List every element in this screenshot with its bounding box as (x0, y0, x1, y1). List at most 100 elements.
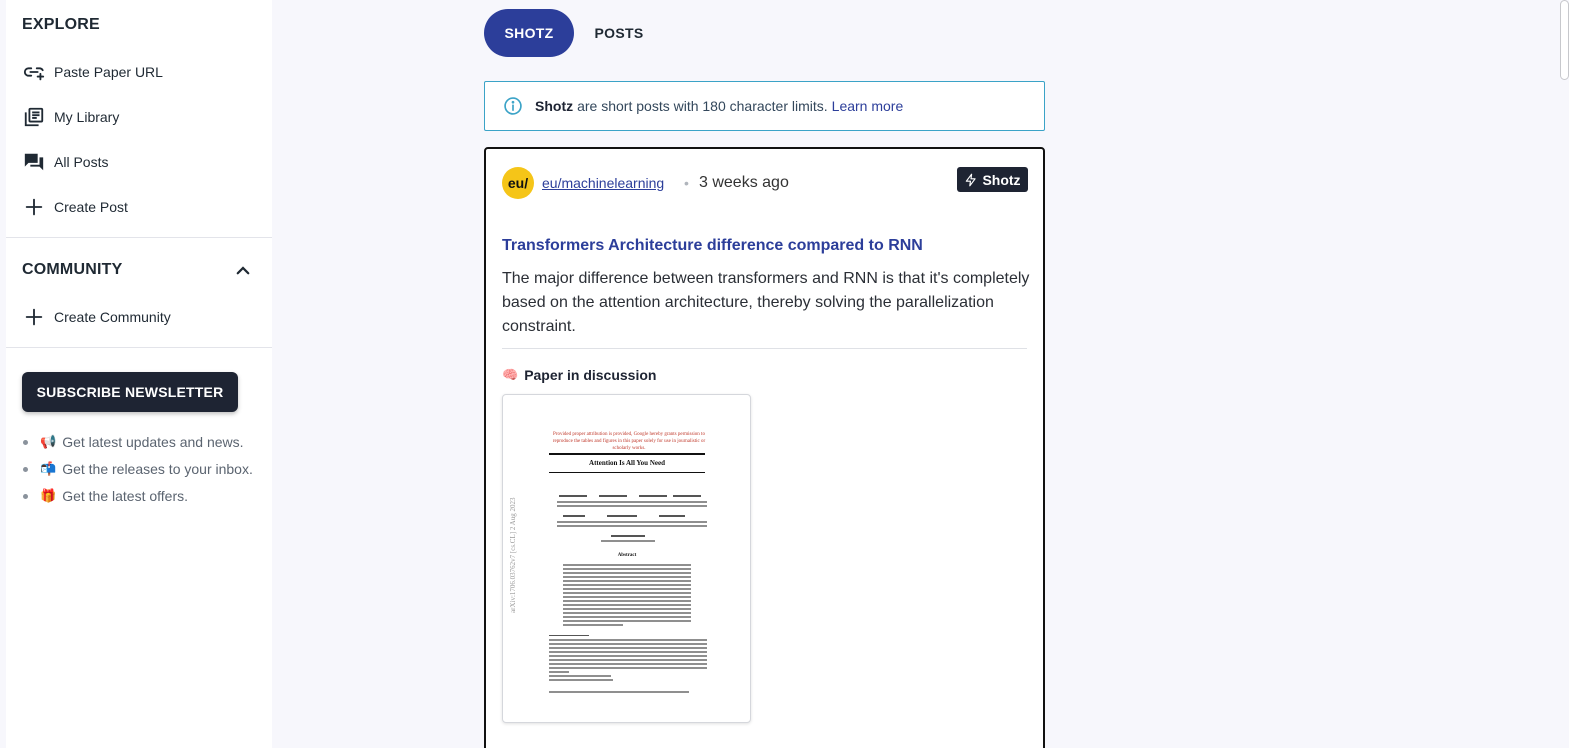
paper-text-line (599, 495, 627, 497)
paper-text-line (557, 501, 707, 503)
sidebar-item-my-library[interactable]: My Library (22, 105, 262, 129)
paper-text-line (563, 572, 691, 574)
paper-label-text: Paper in discussion (524, 367, 657, 383)
paper-rule (549, 472, 705, 473)
separator-dot: • (684, 175, 689, 191)
paper-text-line (563, 608, 691, 610)
paper-in-discussion-label: 🧠 Paper in discussion (502, 367, 656, 383)
paper-text-line (563, 588, 691, 590)
paper-text-line (659, 515, 685, 517)
paper-text-line (549, 655, 707, 657)
sidebar-item-label: My Library (54, 109, 120, 125)
paper-text-line (563, 596, 691, 598)
card-divider (502, 348, 1027, 349)
paper-title: Attention Is All You Need (589, 459, 665, 467)
paper-text-line (563, 616, 691, 618)
list-item: 📬 Get the releases to your inbox. (22, 455, 253, 482)
badge-label: Shotz (982, 171, 1021, 188)
paper-text-line (557, 525, 707, 527)
paper-text-line (549, 675, 611, 677)
info-bold-text: Shotz (535, 98, 574, 114)
mailbox-icon: 📬 (40, 460, 57, 476)
sidebar-item-create-post[interactable]: Create Post (22, 195, 262, 219)
paper-text-line (559, 495, 587, 497)
community-link[interactable]: eu/machinelearning (542, 175, 664, 191)
post-card: eu/ eu/machinelearning • 3 weeks ago Sho… (484, 147, 1045, 748)
sidebar-item-label: Create Post (54, 199, 128, 215)
plus-icon (22, 305, 46, 329)
paper-text-line (557, 521, 707, 523)
sidebar: EXPLORE Paste Paper URL My Library All P… (6, 0, 272, 748)
paper-rule (549, 453, 705, 455)
post-timestamp: 3 weeks ago (699, 174, 789, 191)
megaphone-icon: 📢 (40, 433, 57, 449)
sidebar-item-paste-paper-url[interactable]: Paste Paper URL (22, 60, 262, 84)
paper-text-line (563, 568, 691, 570)
paper-text-line (607, 515, 637, 517)
perk-text: Get latest updates and news. (62, 433, 244, 450)
subscribe-newsletter-button[interactable]: SUBSCRIBE NEWSLETTER (22, 372, 238, 412)
library-icon (22, 105, 46, 129)
community-title: COMMUNITY (22, 261, 123, 278)
scrollbar-thumb[interactable] (1560, 0, 1569, 80)
brain-icon: 🧠 (502, 367, 519, 382)
tab-posts[interactable]: POSTS (584, 9, 654, 57)
sidebar-item-label: All Posts (54, 154, 109, 170)
sidebar-item-all-posts[interactable]: All Posts (22, 150, 262, 174)
post-body: The major difference between transformer… (502, 270, 1030, 335)
link-add-icon (22, 60, 46, 84)
paper-text-line (601, 540, 655, 542)
explore-title: EXPLORE (22, 16, 100, 33)
sidebar-item-label: Create Community (54, 309, 171, 325)
post-title[interactable]: Transformers Architecture difference com… (502, 237, 1032, 255)
plus-icon (22, 195, 46, 219)
paper-text-line (549, 691, 689, 693)
paper-text-line (563, 584, 691, 586)
paper-text-line (549, 671, 569, 673)
lightning-icon (966, 173, 977, 186)
tab-shotz[interactable]: SHOTZ (484, 9, 574, 57)
paper-text-line (563, 580, 691, 582)
forum-icon (22, 150, 46, 174)
newsletter-perks-list: 📢 Get latest updates and news. 📬 Get the… (22, 428, 253, 509)
gift-icon: 🎁 (40, 487, 57, 503)
paper-text-line (563, 592, 691, 594)
paper-text-line (563, 612, 691, 614)
paper-text-line (563, 604, 691, 606)
paper-text-line (563, 600, 691, 602)
paper-text-line (611, 535, 645, 537)
perk-text: Get the releases to your inbox. (62, 460, 253, 477)
paper-text-line (563, 624, 623, 626)
sidebar-item-label: Paste Paper URL (54, 64, 163, 80)
paper-text-line (549, 659, 707, 661)
paper-thumbnail[interactable]: Provided proper attribution is provided,… (502, 394, 751, 723)
paper-text-line (549, 679, 613, 681)
list-item: 📢 Get latest updates and news. (22, 428, 253, 455)
perk-text: Get the latest offers. (62, 487, 188, 504)
info-text: are short posts with 180 character limit… (577, 98, 828, 114)
sidebar-item-create-community[interactable]: Create Community (22, 305, 262, 329)
paper-text-line (563, 576, 691, 578)
paper-text-line (549, 663, 707, 665)
paper-arxiv-id: arXiv:1706.03762v7 [cs.CL] 2 Aug 2023 (509, 497, 517, 613)
paper-text-line (557, 505, 707, 507)
shotz-info-banner: Shotz are short posts with 180 character… (484, 81, 1045, 131)
list-item: 🎁 Get the latest offers. (22, 482, 253, 509)
paper-text-line (563, 515, 585, 517)
shotz-badge: Shotz (957, 167, 1028, 192)
paper-text-line (549, 639, 707, 641)
info-icon (504, 97, 522, 115)
paper-text-line (549, 647, 707, 649)
paper-notice: Provided proper attribution is provided,… (552, 432, 706, 451)
paper-text-line (549, 667, 707, 669)
paper-text-line (549, 635, 589, 636)
paper-abstract-heading: Abstract (617, 553, 637, 558)
learn-more-link[interactable]: Learn more (832, 98, 904, 114)
chevron-up-icon[interactable] (234, 262, 252, 280)
paper-text-line (549, 643, 707, 645)
paper-text-line (563, 564, 691, 566)
avatar[interactable]: eu/ (502, 167, 534, 199)
paper-text-line (673, 495, 701, 497)
sidebar-divider (6, 237, 272, 238)
sidebar-divider (6, 347, 272, 348)
